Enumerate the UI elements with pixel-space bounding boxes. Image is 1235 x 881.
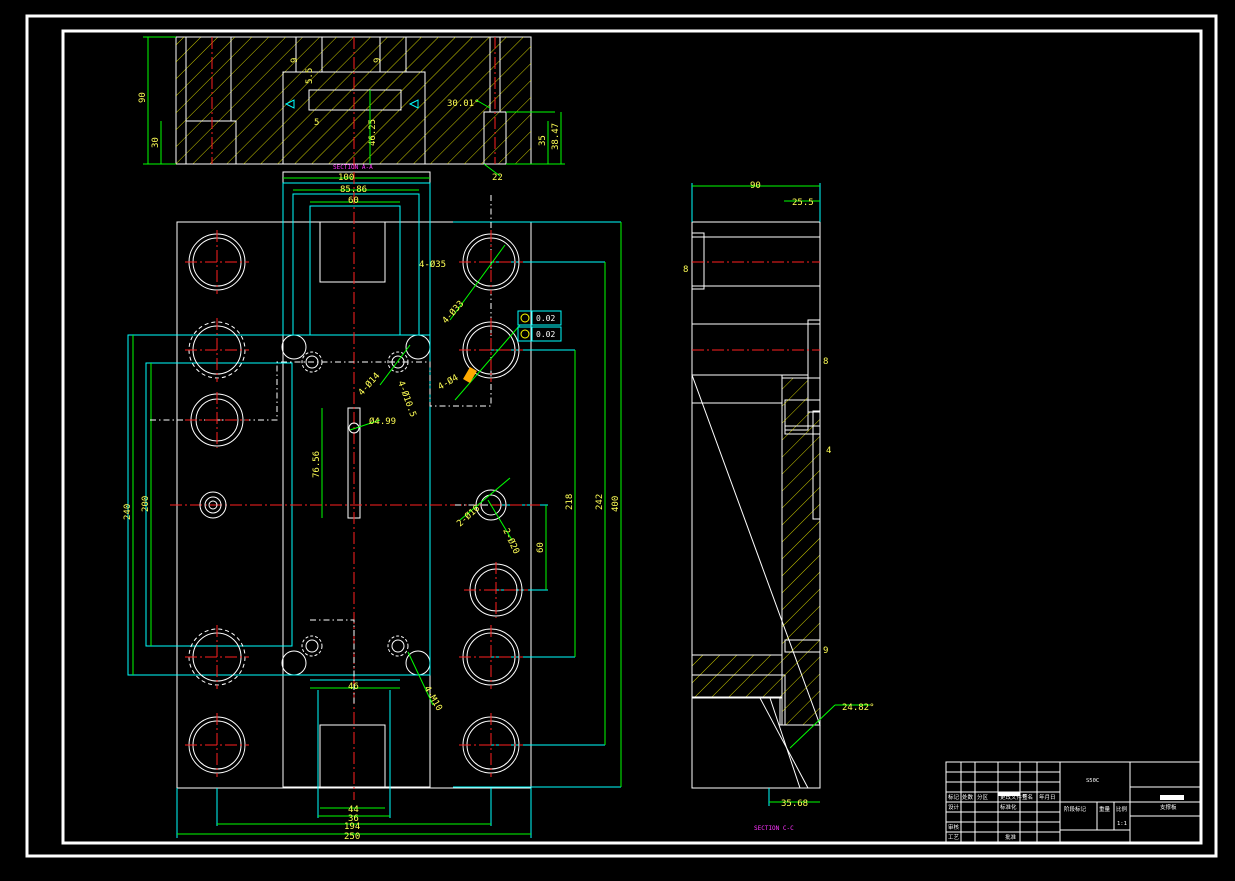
dim-60-top: 60 [348,196,359,206]
dim-top-22: 22 [492,173,503,183]
dim-242: 242 [595,494,605,510]
dim-hole-35: 4-Ø35 [419,259,446,270]
tolerance-1: 0.02 [536,314,555,323]
tb-r1-2: 分区 [977,793,989,801]
dim-250: 250 [344,832,360,842]
dim-c-8b: 8 [823,357,828,367]
dim-218: 218 [565,494,575,510]
tb-check: 审核 [948,823,960,831]
dim-top-9a: 9 [290,58,300,63]
tb-ratio: 比例 [1116,805,1128,813]
tb-r1-4: 签名 [1022,793,1033,801]
dim-top-5: 5 [314,118,319,128]
cad-drawing: 90 30 9 9 5.5 5 46.25 30.01° 35 38.47 22… [25,14,1218,858]
dim-c-90: 90 [750,181,761,191]
section-c-label: SECTION C-C [754,825,794,832]
title-block: S50C 支撑板 标记 处数 分区 更改文件号 签名 年月日 设计 标准化 阶段… [945,761,1202,843]
tolerance-2: 0.02 [536,330,555,339]
dim-85-86: 85.86 [340,185,367,195]
dim-top-38-47: 38.47 [551,123,561,150]
tb-stage: 阶段标记 [1064,805,1087,813]
tb-r1-1: 处数 [962,793,974,801]
dim-hole-14: 4-Ø14 [356,371,382,398]
dim-top-angle: 30.01° [447,99,480,109]
dim-c-4: 4 [826,446,831,456]
tb-design: 设计 [948,803,960,811]
dim-c-9: 9 [823,646,828,656]
dim-240: 240 [123,504,133,520]
tb-scale: 1:1 [1117,821,1127,827]
dim-top-35: 35 [538,135,548,146]
dim-top-30: 30 [151,137,161,148]
dim-hole-20: 2-Ø20 [500,527,521,556]
dim-c-35-68: 35.68 [781,799,808,809]
section-c-c: 90 25.5 8 8 4 9 24.82° 35.68 SECTION C-C [683,181,875,832]
dim-46: 46 [348,682,359,692]
section-a-a: 90 30 9 9 5.5 5 46.25 30.01° 35 38.47 22… [138,36,565,183]
dim-194: 194 [344,822,360,832]
dim-top-9b: 9 [373,58,383,63]
dim-c-angle: 24.82° [842,703,875,713]
tb-craft: 工艺 [948,834,960,841]
tb-weight: 重量 [1099,805,1111,813]
dim-c-25-5: 25.5 [792,198,814,208]
dim-hole-b: 4-Ø4 [436,372,460,392]
dim-top-5-5: 5.5 [305,68,315,84]
dim-200: 200 [141,496,151,512]
title-part: 支撑板 [1160,803,1177,811]
dim-hole-33: 4-Ø33 [440,299,466,326]
dim-top-90: 90 [138,92,148,103]
section-a-label: SECTION A-A [333,164,373,171]
dim-hole-10-5: 4-Ø10.5 [395,379,418,418]
guide-holes [185,230,528,777]
tb-std: 标准化 [1000,803,1017,811]
dim-hole-16: 2-Ø16 [455,503,482,529]
dim-hole-4-99: Ø4.99 [369,416,396,427]
dim-60-right: 60 [536,542,546,553]
tb-r1-5: 年月日 [1039,793,1056,801]
dim-76-56: 76.56 [312,451,322,478]
plan-view: 0.02 0.02 100 85.86 60 240 200 218 242 4… [123,171,622,842]
title-material: S50C [1086,778,1099,784]
dim-c-8a: 8 [683,265,688,275]
dim-100: 100 [338,173,354,183]
dim-hole-m10: 4-M10 [421,685,443,713]
dim-400: 400 [611,496,621,512]
tb-approve: 批准 [1005,833,1017,841]
tb-r1-0: 标记 [948,793,960,801]
